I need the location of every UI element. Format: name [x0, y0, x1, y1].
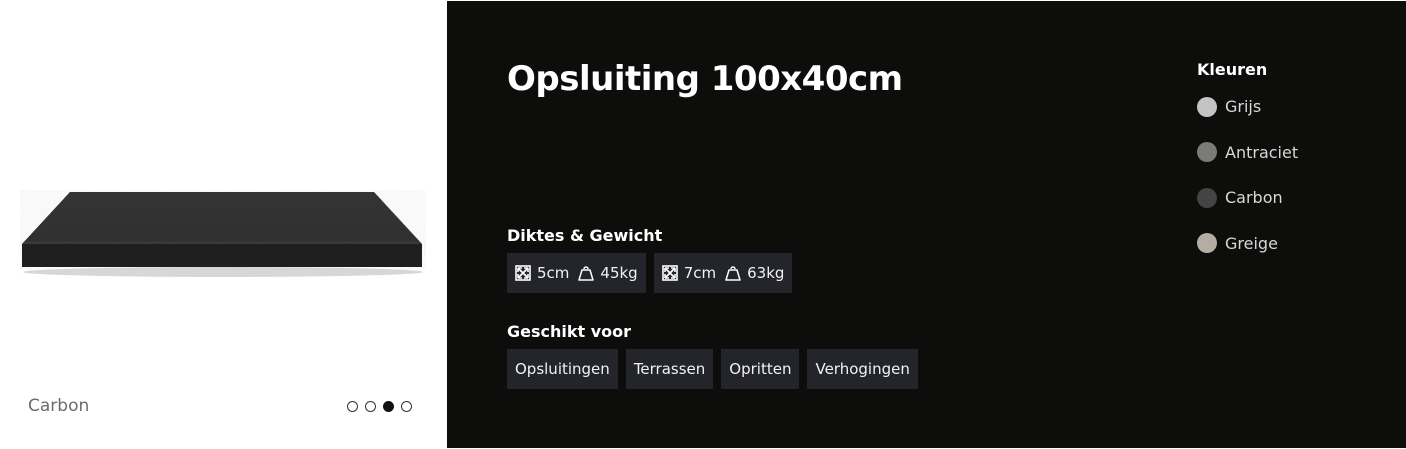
color-name: Greige	[1225, 233, 1278, 253]
weight-value: 45kg	[600, 264, 638, 282]
color-option-antraciet[interactable]: Antraciet	[1197, 142, 1298, 163]
dimensions-icon	[515, 265, 531, 281]
color-name: Antraciet	[1225, 142, 1299, 162]
carousel-dot-4[interactable]	[401, 401, 412, 412]
color-option-grijs[interactable]: Grijs	[1197, 96, 1298, 117]
thickness-value: 5cm	[537, 264, 570, 282]
color-name: Carbon	[1225, 188, 1283, 207]
product-image	[22, 192, 423, 277]
color-swatch	[1197, 233, 1217, 253]
weight-icon	[725, 265, 741, 281]
usage-tags: Opsluitingen Terrassen Opritten Verhogin…	[507, 349, 918, 389]
carousel-dots	[347, 401, 412, 412]
thickness-option[interactable]: 7cm 63kg	[653, 253, 793, 293]
carousel-dot-1[interactable]	[347, 401, 358, 412]
color-swatch	[1197, 187, 1217, 208]
usage-tag-verhogingen[interactable]: Verhogingen	[807, 349, 918, 389]
image-caption: Carbon	[28, 396, 90, 416]
usage-tag-opsluitingen[interactable]: Opsluitingen	[507, 349, 618, 389]
usage-tag-opritten[interactable]: Opritten	[721, 349, 800, 389]
product-info-panel: Opsluiting 100x40cm Diktes & Gewicht 5cm…	[447, 1, 1406, 448]
weight-value: 63kg	[747, 264, 785, 282]
color-option-carbon[interactable]: Carbon	[1197, 187, 1298, 208]
product-gallery: Carbon	[0, 0, 447, 449]
suitable-for-label: Geschikt voor	[507, 322, 632, 341]
thickness-option[interactable]: 5cm 45kg	[507, 253, 646, 293]
weight-icon	[578, 265, 595, 281]
carousel-dot-2[interactable]	[365, 401, 376, 412]
thickness-weight-label: Diktes & Gewicht	[507, 226, 663, 245]
color-swatch	[1197, 142, 1217, 162]
thickness-value: 7cm	[683, 264, 717, 282]
thickness-options: 5cm 45kg 7cm 63kg	[507, 253, 793, 293]
color-options: Grijs Antraciet Carbon Greige	[1197, 96, 1298, 278]
colors-label: Kleuren	[1197, 60, 1268, 79]
color-swatch	[1197, 96, 1217, 117]
color-option-greige[interactable]: Greige	[1197, 233, 1298, 254]
usage-tag-terrassen[interactable]: Terrassen	[625, 349, 714, 389]
carousel-dot-3[interactable]	[383, 401, 394, 412]
product-title: Opsluiting 100x40cm	[507, 59, 903, 99]
dimensions-icon	[661, 265, 678, 281]
color-name: Grijs	[1225, 97, 1262, 116]
